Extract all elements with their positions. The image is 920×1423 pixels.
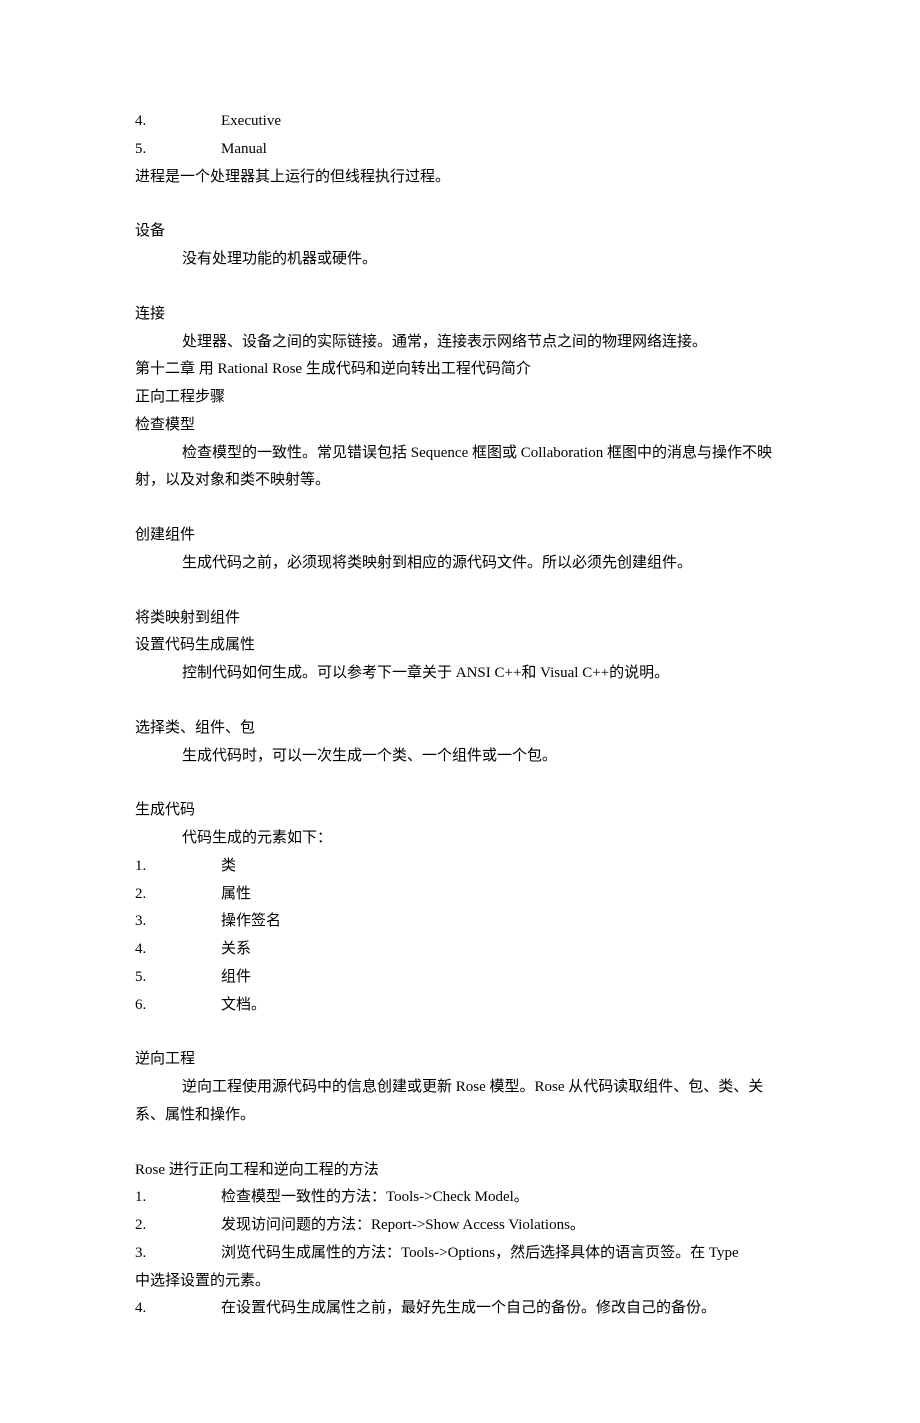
list-number: 4. — [135, 936, 221, 964]
heading-reverse: 逆向工程 — [135, 1046, 790, 1074]
list-number: 6. — [135, 992, 221, 1020]
list-text: 类 — [221, 853, 790, 881]
list-item: 5. Manual — [135, 136, 790, 164]
paragraph: 控制代码如何生成。可以参考下一章关于 ANSI C++和 Visual C++的… — [135, 660, 790, 688]
paragraph: 生成代码时，可以一次生成一个类、一个组件或一个包。 — [135, 743, 790, 771]
list-text: 属性 — [221, 881, 790, 909]
list-number: 1. — [135, 853, 221, 881]
list-item: 1. 检查模型一致性的方法：Tools->Check Model。 — [135, 1184, 790, 1212]
heading-create: 创建组件 — [135, 522, 790, 550]
heading-methods: Rose 进行正向工程和逆向工程的方法 — [135, 1157, 790, 1185]
paragraph: 逆向工程使用源代码中的信息创建或更新 Rose 模型。Rose 从代码读取组件、… — [135, 1074, 790, 1130]
document-page: 4. Executive 5. Manual 进程是一个处理器其上运行的但线程执… — [0, 0, 920, 1423]
list-item: 4. 关系 — [135, 936, 790, 964]
list-text: 关系 — [221, 936, 790, 964]
heading-connection: 连接 — [135, 301, 790, 329]
list-item: 4. Executive — [135, 108, 790, 136]
list-item: 2. 发现访问问题的方法：Report->Show Access Violati… — [135, 1212, 790, 1240]
heading-map: 将类映射到组件 — [135, 605, 790, 633]
list-text: Manual — [221, 136, 790, 164]
list-text: 检查模型一致性的方法：Tools->Check Model。 — [221, 1184, 790, 1212]
list-item: 2. 属性 — [135, 881, 790, 909]
paragraph: 代码生成的元素如下： — [135, 825, 790, 853]
heading-setprop: 设置代码生成属性 — [135, 632, 790, 660]
paragraph: 没有处理功能的机器或硬件。 — [135, 246, 790, 274]
chapter-title: 第十二章 用 Rational Rose 生成代码和逆向转出工程代码简介 — [135, 356, 790, 384]
heading-device: 设备 — [135, 218, 790, 246]
list-item: 3. 浏览代码生成属性的方法：Tools->Options，然后选择具体的语言页… — [135, 1240, 790, 1268]
list-item: 5. 组件 — [135, 964, 790, 992]
list-number: 4. — [135, 1295, 221, 1323]
paragraph: 检查模型的一致性。常见错误包括 Sequence 框图或 Collaborati… — [135, 440, 790, 496]
paragraph: 处理器、设备之间的实际链接。通常，连接表示网络节点之间的物理网络连接。 — [135, 329, 790, 357]
list-number: 1. — [135, 1184, 221, 1212]
list-item: 6. 文档。 — [135, 992, 790, 1020]
paragraph: 进程是一个处理器其上运行的但线程执行过程。 — [135, 164, 790, 192]
paragraph: 生成代码之前，必须现将类映射到相应的源代码文件。所以必须先创建组件。 — [135, 550, 790, 578]
list-text: 操作签名 — [221, 908, 790, 936]
heading-generate: 生成代码 — [135, 797, 790, 825]
list-number: 2. — [135, 881, 221, 909]
heading-forward: 正向工程步骤 — [135, 384, 790, 412]
list-number: 3. — [135, 908, 221, 936]
paragraph: 中选择设置的元素。 — [135, 1268, 790, 1296]
list-text: 浏览代码生成属性的方法：Tools->Options，然后选择具体的语言页签。在… — [221, 1240, 790, 1268]
list-item: 1. 类 — [135, 853, 790, 881]
list-text: Executive — [221, 108, 790, 136]
list-number: 2. — [135, 1212, 221, 1240]
list-text: 在设置代码生成属性之前，最好先生成一个自己的备份。修改自己的备份。 — [221, 1295, 790, 1323]
heading-select: 选择类、组件、包 — [135, 715, 790, 743]
list-text: 文档。 — [221, 992, 790, 1020]
list-text: 组件 — [221, 964, 790, 992]
list-number: 3. — [135, 1240, 221, 1268]
list-item: 4. 在设置代码生成属性之前，最好先生成一个自己的备份。修改自己的备份。 — [135, 1295, 790, 1323]
list-number: 4. — [135, 108, 221, 136]
heading-check: 检查模型 — [135, 412, 790, 440]
list-number: 5. — [135, 964, 221, 992]
list-text: 发现访问问题的方法：Report->Show Access Violations… — [221, 1212, 790, 1240]
list-number: 5. — [135, 136, 221, 164]
list-item: 3. 操作签名 — [135, 908, 790, 936]
